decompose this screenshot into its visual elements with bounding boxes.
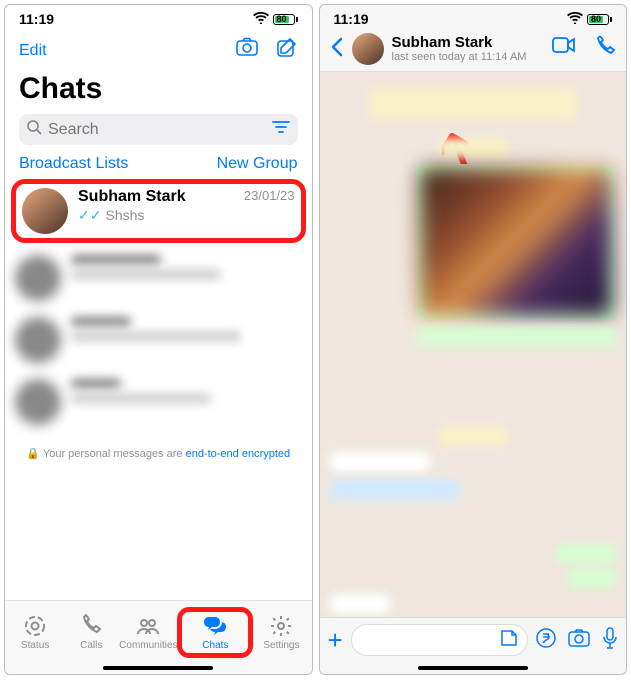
battery-icon: 80 [273,14,298,25]
status-right: 80 [253,12,298,27]
avatar [15,255,61,301]
sticker-icon[interactable] [499,628,519,653]
new-group-link[interactable]: New Group [217,155,298,173]
conversation-body[interactable] [320,72,627,617]
video-call-icon[interactable] [552,36,576,63]
search-field[interactable] [19,114,298,145]
tab-settings[interactable]: Settings [253,614,309,651]
filter-icon[interactable] [272,120,290,139]
chats-header: Edit [5,29,312,68]
search-icon [27,120,42,139]
chat-row[interactable] [5,309,312,371]
home-indicator [103,666,213,670]
conversation-header: 11:19 80 Subham Stark last seen today at… [320,5,627,72]
incoming-message[interactable] [330,594,390,614]
status-time: 11:19 [19,11,54,27]
broadcast-lists-link[interactable]: Broadcast Lists [19,155,128,173]
date-pill [438,138,508,158]
encryption-link[interactable]: end-to-end encrypted [186,448,291,460]
encryption-notice: 🔒 Your personal messages are end-to-end … [5,447,312,460]
tab-chats[interactable]: Chats [186,614,244,651]
last-seen: last seen today at 11:14 AM [392,51,545,64]
back-button[interactable] [330,37,344,61]
chat-date: 23/01/23 [244,188,295,206]
message-input[interactable] [351,624,528,656]
chat-preview: Shshs [105,207,144,224]
incoming-message[interactable] [330,452,430,472]
tab-chats-highlight: Chats [177,607,253,658]
chat-list: Subham Stark 23/01/23 ✓✓ Shshs 🔒 Your pe… [5,179,312,600]
battery-icon: 80 [587,14,612,25]
encryption-pill [368,88,578,120]
chat-row-highlighted[interactable]: Subham Stark 23/01/23 ✓✓ Shshs [11,179,306,243]
contact-info[interactable]: Subham Stark last seen today at 11:14 AM [392,34,545,64]
camera-icon[interactable] [568,629,590,652]
edit-button[interactable]: Edit [19,42,47,60]
avatar [22,188,68,234]
outgoing-link-message[interactable] [416,326,616,346]
incoming-message[interactable] [330,480,460,500]
home-indicator [418,666,528,670]
compose-icon[interactable] [276,37,298,64]
mic-icon[interactable] [602,627,618,654]
chats-list-screen: 11:19 80 Edit Chats Br [4,4,313,675]
contact-name: Subham Stark [392,34,545,51]
page-title: Chats [5,68,312,114]
avatar[interactable] [352,33,384,65]
outgoing-message[interactable] [568,568,616,588]
date-pill [438,426,508,446]
conversation-screen: 11:19 80 Subham Stark last seen today at… [319,4,628,675]
camera-icon[interactable] [236,37,258,64]
tab-calls[interactable]: Calls [63,614,119,651]
list-actions: Broadcast Lists New Group [5,145,312,179]
outgoing-message[interactable] [556,544,616,564]
wifi-icon [567,12,583,27]
chat-row[interactable] [5,371,312,433]
chat-name: Subham Stark [78,188,186,206]
attach-button[interactable]: + [328,625,343,656]
avatar [15,379,61,425]
search-input[interactable] [48,121,262,139]
outgoing-image-message[interactable] [416,164,616,320]
avatar [15,317,61,363]
status-bar: 11:19 80 [5,5,312,29]
chat-row[interactable] [5,247,312,309]
wifi-icon [253,12,269,27]
payment-icon[interactable] [536,628,556,653]
lock-icon: 🔒 [26,448,40,460]
tab-communities[interactable]: Communities [119,614,177,651]
voice-call-icon[interactable] [594,36,616,63]
tab-bar: Status Calls Communities Chats Settings [5,600,312,674]
read-ticks-icon: ✓✓ [78,207,101,224]
tab-status[interactable]: Status [7,614,63,651]
status-time: 11:19 [334,11,369,27]
